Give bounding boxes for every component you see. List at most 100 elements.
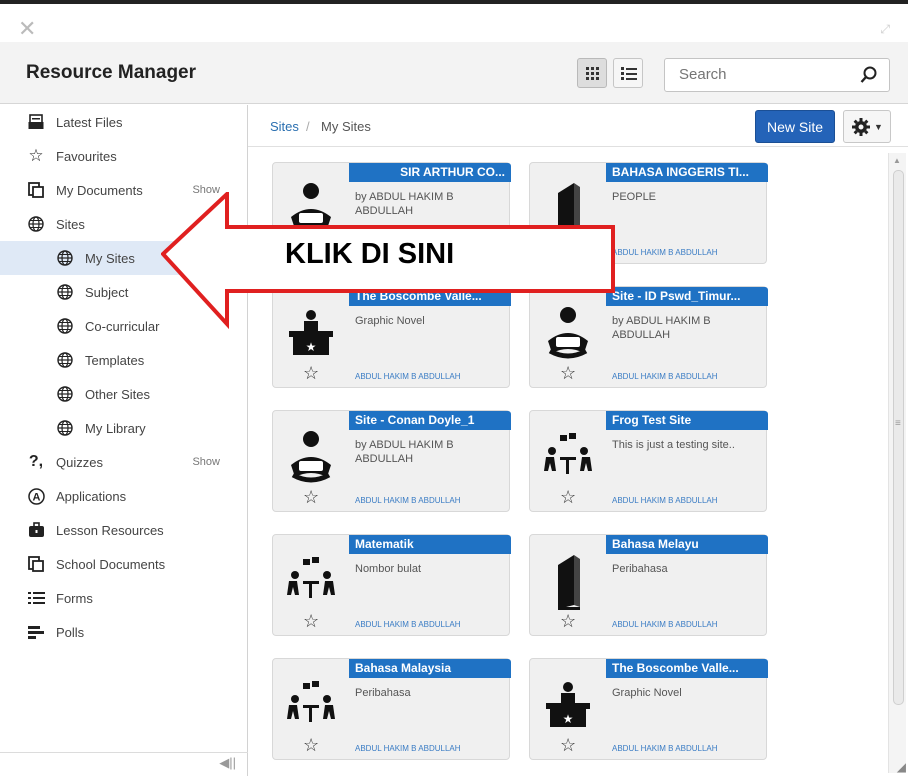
globe-icon [27, 215, 45, 233]
close-icon[interactable]: ✕ [18, 18, 36, 40]
site-card-title[interactable]: The Boscombe Valle... [606, 659, 768, 678]
search-input[interactable] [679, 59, 859, 89]
breadcrumb-current: My Sites [321, 119, 371, 134]
new-site-button[interactable]: New Site [755, 110, 835, 143]
favourite-star-icon[interactable]: ☆ [303, 488, 319, 506]
sidebar-footer: ◀|| [0, 752, 248, 776]
site-card-title[interactable]: BAHASA INGGERIS TI... [606, 163, 768, 182]
favourite-star-icon[interactable]: ☆ [560, 488, 576, 506]
polls-icon [27, 623, 45, 641]
star-icon: ☆ [28, 146, 44, 165]
favourite-star-icon[interactable]: ☆ [303, 364, 319, 382]
site-card-title[interactable]: Bahasa Malaysia [349, 659, 511, 678]
site-card-description: PEOPLE [612, 191, 657, 203]
breadcrumb-sites[interactable]: Sites [270, 119, 299, 134]
site-card-title[interactable]: Bahasa Melayu [606, 535, 768, 554]
site-card-author[interactable]: ABDUL HAKIM B ABDULLAH [355, 496, 461, 505]
site-card-author[interactable]: ABDUL HAKIM B ABDULLAH [612, 620, 718, 629]
site-card[interactable]: Site - Conan Doyle_1by ABDUL HAKIM B ABD… [272, 410, 511, 512]
favourite-star-icon[interactable]: ☆ [560, 736, 576, 754]
sidebar-item-my-library[interactable]: My Library [0, 411, 248, 445]
globe-icon [56, 283, 74, 301]
grid-icon [586, 67, 599, 80]
sidebar-item-label: Sites [56, 216, 85, 232]
site-card[interactable]: Bahasa Malaysia Peribahasa ABDUL HAKIM B A… [272, 658, 511, 760]
search-box[interactable] [664, 58, 890, 92]
vertical-scrollbar[interactable]: ▲ ≡ [888, 153, 906, 773]
site-card-title[interactable]: SIR ARTHUR CO... [349, 163, 511, 182]
site-card-description: Peribahasa [355, 687, 411, 699]
collapse-sidebar-icon[interactable]: ◀|| [219, 755, 236, 771]
sidebar-item-label: Polls [56, 624, 85, 640]
site-card-author[interactable]: ABDUL HAKIM B ABDULLAH [612, 248, 718, 257]
svg-text:★: ★ [306, 340, 317, 354]
site-card-title[interactable]: Site - Conan Doyle_1 [349, 411, 511, 430]
site-card-author[interactable]: ABDUL HAKIM B ABDULLAH [355, 372, 461, 381]
sidebar-item-label: Lesson Resources [56, 522, 164, 538]
sidebar-item-label: Favourites [56, 148, 117, 164]
chevron-down-icon: ▼ [874, 121, 883, 132]
applications-icon: A [27, 487, 45, 505]
favourite-star-icon[interactable]: ☆ [303, 736, 319, 754]
sidebar-item-label: My Sites [85, 250, 135, 266]
site-card-title[interactable]: Site - ID Pswd_Timur... [606, 287, 768, 306]
list-view-button[interactable] [613, 58, 643, 88]
forms-icon [27, 589, 45, 607]
sidebar-item-label: Forms [56, 590, 93, 606]
scrollbar-thumb[interactable] [893, 170, 904, 705]
sidebar-item-forms[interactable]: Forms [0, 581, 248, 615]
site-card-description: by ABDUL HAKIM B ABDULLAH [612, 315, 711, 341]
site-card-title[interactable]: Matematik [349, 535, 511, 554]
site-card-author[interactable]: ABDUL HAKIM B ABDULLAH [612, 496, 718, 505]
favourite-star-icon[interactable]: ☆ [560, 364, 576, 382]
globe-icon [56, 351, 74, 369]
expand-icon[interactable]: ⤢ [880, 22, 890, 37]
sidebar-item-applications[interactable]: A Applications [0, 479, 248, 513]
site-card[interactable]: ★ The Boscombe Valle... Graphic Novel ABDUL… [529, 658, 768, 760]
sidebar-item-favourites[interactable]: ☆ Favourites [0, 139, 248, 173]
discussion-icon [283, 675, 339, 735]
site-card-author[interactable]: ABDUL HAKIM B ABDULLAH [355, 744, 461, 753]
list-icon [621, 67, 637, 80]
site-card-description: by ABDUL HAKIM B ABDULLAH [355, 439, 454, 465]
sidebar-item-templates[interactable]: Templates [0, 343, 248, 377]
site-card-description: Nombor bulat [355, 563, 422, 575]
sidebar-item-polls[interactable]: Polls [0, 615, 248, 649]
favourite-star-icon[interactable]: ☆ [560, 612, 576, 630]
resize-handle-icon[interactable]: ◢ [897, 760, 906, 774]
sidebar-item-label: Quizzes [56, 454, 103, 470]
globe-icon [56, 317, 74, 335]
sidebar-item-school-documents[interactable]: School Documents [0, 547, 248, 581]
grid-view-button[interactable] [577, 58, 607, 88]
sidebar-item-lesson-resources[interactable]: Lesson Resources [0, 513, 248, 547]
sidebar-item-label: Latest Files [56, 114, 123, 130]
quiz-icon: ?, [28, 453, 44, 470]
breadcrumb: Sites / My Sites New Site ▼ [248, 105, 908, 147]
site-card[interactable]: Bahasa Melayu Peribahasa ABDUL HAKIM B ABD… [529, 534, 768, 636]
favourite-star-icon[interactable]: ☆ [303, 612, 319, 630]
callout-text: KLIK DI SINI [285, 238, 455, 270]
documents-icon [27, 555, 45, 573]
site-card-author[interactable]: ABDUL HAKIM B ABDULLAH [612, 744, 718, 753]
site-card-author[interactable]: ABDUL HAKIM B ABDULLAH [355, 620, 461, 629]
discussion-icon [283, 551, 339, 611]
sidebar-item-label: Subject [85, 284, 129, 300]
discussion-icon [540, 427, 596, 487]
settings-button[interactable]: ▼ [843, 110, 891, 143]
sidebar-item-quizzes[interactable]: ?, Quizzes Show [0, 445, 248, 479]
sidebar-item-other-sites[interactable]: Other Sites [0, 377, 248, 411]
sidebar-item-label: Other Sites [85, 386, 151, 402]
site-card-title[interactable]: Frog Test Site [606, 411, 768, 430]
scroll-up-icon[interactable]: ▲ [893, 156, 901, 165]
show-link[interactable]: Show [192, 456, 220, 468]
sidebar-item-label: Co-curricular [85, 318, 160, 334]
page-title: Resource Manager [26, 62, 197, 83]
inbox-icon [27, 113, 45, 131]
site-card[interactable]: Frog Test Site This is just a testing sit… [529, 410, 768, 512]
breadcrumb-separator: / [306, 119, 310, 134]
search-icon[interactable] [859, 65, 879, 85]
documents-icon [27, 181, 45, 199]
site-card[interactable]: Matematik Nombor bulat ABDUL HAKIM B ABDUL… [272, 534, 511, 636]
site-card-author[interactable]: ABDUL HAKIM B ABDULLAH [612, 372, 718, 381]
sidebar-item-latest-files[interactable]: Latest Files [0, 105, 248, 139]
